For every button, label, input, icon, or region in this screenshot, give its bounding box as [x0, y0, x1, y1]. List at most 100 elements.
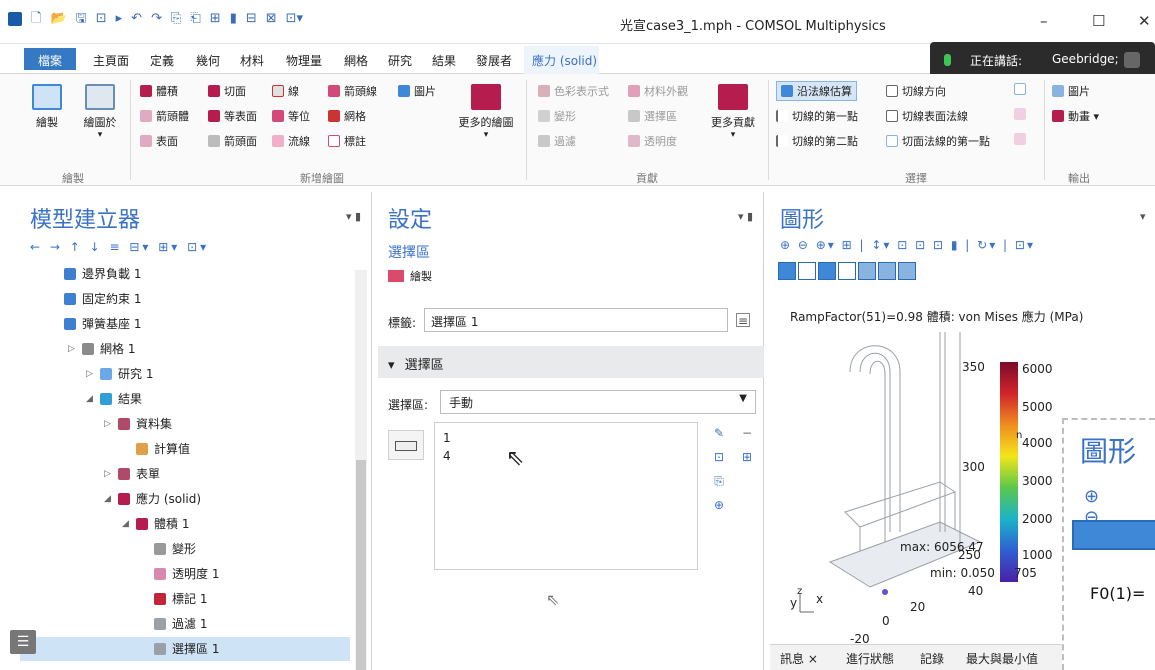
tangent-surface-normal-button[interactable]: 切線表面法線 [886, 108, 968, 124]
add-isosurface-button[interactable]: 等表面 [208, 108, 257, 124]
graphics-toolbar[interactable]: ⊕ ⊖ ⊕▾ ⊞ | ↕▾ ⊡ ⊡ ⊡ ▮ | ↻▾ | ⊡▾ [780, 238, 1035, 252]
tree-item[interactable]: 變形 [20, 537, 350, 561]
animation-button[interactable]: 動畫 ▾ [1052, 108, 1099, 124]
add-arrow-volume-button[interactable]: 箭頭體 [140, 108, 189, 124]
tree-item[interactable]: ◢ 體積 1 [20, 512, 350, 536]
color-expression-button[interactable]: 色彩表示式 [538, 83, 609, 99]
duplicate-icon[interactable]: ⊞ [210, 11, 221, 27]
tab-max-min[interactable]: 最大與最小值 [966, 650, 1038, 667]
add-line-button[interactable]: 線 [272, 83, 299, 99]
clear-icon[interactable]: ⊠ [266, 11, 277, 27]
tree-toolbar[interactable]: ← → ↑ ↓ ≡ ⊟▾ ⊞▾ ⊡▾ [30, 240, 209, 254]
expand-arrow-icon[interactable]: ▷ [104, 462, 118, 486]
tree-item[interactable]: 選擇區 1 [20, 637, 350, 661]
plot-button[interactable]: 繪製 [30, 84, 64, 130]
add-image-button[interactable]: 圖片 [398, 83, 436, 99]
tab-home[interactable]: 主頁面 [93, 52, 129, 69]
tab-results[interactable]: 結果 [432, 52, 456, 69]
export-image-button[interactable]: 圖片 [1052, 83, 1090, 99]
tree-item[interactable]: ◢ 應力 (solid) [20, 487, 350, 511]
select-extra-2-button[interactable] [1014, 108, 1030, 120]
reset-label-icon[interactable]: ≡ [736, 313, 750, 328]
compact-icon[interactable]: ▸ [116, 11, 123, 27]
speaker-icon[interactable] [778, 262, 796, 280]
copy-selection-icon[interactable]: ⎘ [712, 474, 726, 488]
select-extra-3-button[interactable] [1014, 133, 1030, 145]
save-icon[interactable]: 🖫 [76, 11, 87, 27]
light-icon[interactable] [858, 262, 876, 280]
panel-menu-icon[interactable]: ▾ ▮ [346, 210, 361, 223]
add-arrow-line-button[interactable]: 箭頭線 [328, 83, 377, 99]
plot-in-button[interactable]: 繪圖於 ▾ [78, 84, 122, 140]
open-folder-icon[interactable]: 📂 [50, 11, 66, 27]
panel-menu-icon[interactable]: ▾ [1140, 210, 1146, 223]
tab-developer[interactable]: 發展者 [476, 52, 512, 69]
tab-geometry[interactable]: 幾何 [196, 52, 220, 69]
add-volume-button[interactable]: 體積 [140, 83, 178, 99]
wireframe-icon[interactable] [898, 262, 916, 280]
list-item[interactable]: 1 [443, 431, 451, 445]
tree-item[interactable]: 計算值 [20, 437, 350, 461]
copy-icon[interactable]: ⎘ [171, 11, 181, 27]
transparency-view-icon[interactable] [878, 262, 896, 280]
maximize-button[interactable]: ☐ [1092, 12, 1105, 30]
add-streamline-button[interactable]: 流線 [272, 133, 310, 149]
tree-scrollbar[interactable] [355, 270, 367, 670]
tree-item[interactable]: 邊界負載 1 [20, 262, 350, 286]
tree-item[interactable]: ▷ 網格 1 [20, 337, 350, 361]
add-annotation-button[interactable]: 標註 [328, 133, 366, 149]
add-surface-button[interactable]: 表面 [140, 133, 178, 149]
list-item[interactable]: 4 [443, 449, 451, 463]
expand-arrow-icon[interactable]: ◢ [104, 487, 118, 511]
normal-estimate-button[interactable]: 沿法線估算 [776, 81, 857, 101]
tangent-direction-button[interactable]: 切線方向 [886, 83, 946, 99]
expand-arrow-icon[interactable]: ▷ [86, 362, 100, 386]
windows-icon[interactable]: ⊡▾ [286, 11, 303, 27]
chevron-down-icon[interactable] [838, 262, 856, 280]
clear-selection-icon[interactable]: ⊡ [712, 450, 726, 464]
selection-dropdown[interactable]: 手動 ▼ [440, 390, 756, 414]
tab-messages[interactable]: 訊息 × [780, 650, 818, 667]
close-button[interactable]: ✕ [1138, 12, 1151, 30]
expand-arrow-icon[interactable]: ▷ [104, 412, 118, 436]
paste-icon[interactable]: ⎗ [190, 11, 200, 27]
selection-toggle-button[interactable] [388, 430, 424, 460]
tab-stress-solid[interactable]: 應力 (solid) [532, 52, 597, 69]
new-file-icon[interactable]: 🗋 [31, 11, 41, 27]
compute-icon[interactable]: ▮ [230, 11, 237, 27]
tab-definitions[interactable]: 定義 [150, 52, 174, 69]
transparency-button[interactable]: 透明度 [628, 133, 677, 149]
label-input[interactable]: 選擇區 1 [424, 308, 728, 332]
tree-item[interactable]: 標記 1 [20, 587, 350, 611]
tree-item[interactable]: ◢ 結果 [20, 387, 350, 411]
chevron-down-icon[interactable] [798, 262, 816, 280]
tree-item[interactable]: ▷ 研究 1 [20, 362, 350, 386]
tab-log[interactable]: 記錄 [920, 650, 944, 667]
remove-from-selection-icon[interactable]: − [740, 426, 754, 440]
slice-normal-first-point-button[interactable]: 切面法線的第一點 [886, 133, 990, 149]
tab-materials[interactable]: 材料 [240, 52, 264, 69]
tree-item[interactable]: 固定約束 1 [20, 287, 350, 311]
tab-physics[interactable]: 物理量 [286, 52, 322, 69]
expand-arrow-icon[interactable]: ◢ [122, 512, 136, 536]
zoom-selection-icon[interactable]: ⊞ [740, 450, 754, 464]
scrollbar-thumb[interactable] [356, 460, 366, 670]
sidebar-menu-icon[interactable]: ☰ [10, 630, 36, 654]
tree-item[interactable]: ▷ 表單 [20, 462, 350, 486]
tangent-second-point-button[interactable]: 切線的第二點 [776, 133, 858, 149]
expand-arrow-icon[interactable]: ◢ [86, 387, 100, 411]
view-icon[interactable] [818, 262, 836, 280]
expand-arrow-icon[interactable]: ▷ [68, 337, 82, 361]
panel-menu-icon[interactable]: ▾ ▮ [738, 210, 753, 223]
tangent-first-point-button[interactable]: 切線的第一點 [776, 108, 858, 124]
save-as-icon[interactable]: ⊡ [96, 11, 107, 27]
paste-selection-icon[interactable]: ⊕ [712, 498, 726, 512]
minimize-button[interactable]: – [1040, 12, 1048, 30]
tree-item[interactable]: 過濾 1 [20, 612, 350, 636]
add-arrow-surface-button[interactable]: 箭頭面 [208, 133, 257, 149]
graphics-icon[interactable]: ⊟ [246, 11, 257, 27]
more-contributions-button[interactable]: 更多貢獻 ▾ [702, 84, 764, 140]
add-mesh-button[interactable]: 網格 [328, 108, 366, 124]
tree-item[interactable]: 透明度 1 [20, 562, 350, 586]
filter-button[interactable]: 過濾 [538, 133, 576, 149]
